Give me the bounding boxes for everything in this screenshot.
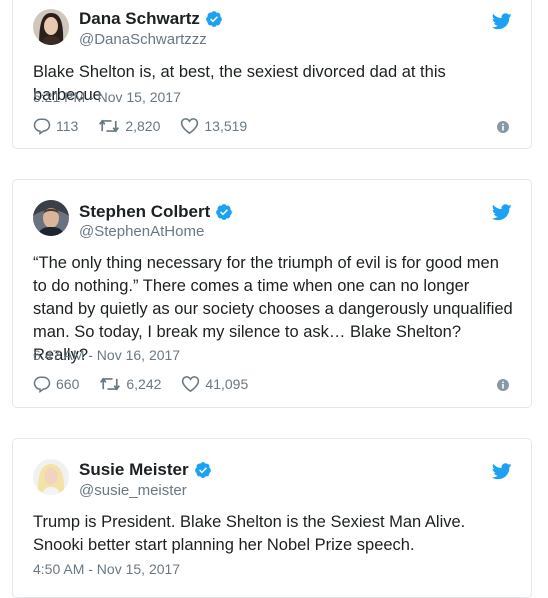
heart-icon bbox=[182, 376, 200, 393]
author-name[interactable]: Stephen Colbert bbox=[79, 202, 210, 222]
author-handle[interactable]: @DanaSchwartzzz bbox=[79, 31, 207, 48]
reply-button[interactable]: 660 bbox=[33, 375, 79, 393]
like-button[interactable]: 41,095 bbox=[181, 375, 248, 393]
verified-badge-icon bbox=[194, 462, 211, 478]
reply-icon bbox=[33, 118, 51, 135]
avatar[interactable] bbox=[33, 459, 69, 495]
tweet-timestamp[interactable]: 4:50 AM - Nov 15, 2017 bbox=[33, 561, 180, 577]
info-icon[interactable] bbox=[497, 121, 509, 133]
avatar[interactable] bbox=[33, 9, 69, 45]
tweet-timestamp[interactable]: 5:21 PM - Nov 15, 2017 bbox=[33, 89, 181, 105]
twitter-bird-icon[interactable] bbox=[492, 13, 512, 30]
info-icon[interactable] bbox=[497, 379, 509, 391]
author-name[interactable]: Dana Schwartz bbox=[79, 9, 200, 29]
like-count: 41,095 bbox=[205, 376, 249, 392]
twitter-bird-icon[interactable] bbox=[492, 463, 512, 480]
tweet-card[interactable]: Dana Schwartz @DanaSchwartzzz Blake Shel… bbox=[12, 0, 532, 149]
retweet-count: 2,820 bbox=[125, 118, 161, 134]
reply-count: 113 bbox=[56, 118, 79, 134]
tweet-timestamp[interactable]: 6:47 AM - Nov 16, 2017 bbox=[33, 347, 180, 363]
like-count: 13,519 bbox=[204, 118, 248, 134]
author-name-row[interactable]: Susie Meister bbox=[79, 460, 212, 480]
reply-icon bbox=[33, 376, 51, 393]
author-name[interactable]: Susie Meister bbox=[79, 460, 189, 480]
tweet-actions: 660 6,242 41,095 bbox=[33, 375, 268, 393]
retweet-icon bbox=[99, 119, 120, 133]
like-button[interactable]: 13,519 bbox=[180, 117, 247, 135]
reply-count: 660 bbox=[56, 376, 80, 392]
retweet-icon bbox=[100, 377, 121, 391]
tweet-card[interactable]: Susie Meister @susie_meister Trump is Pr… bbox=[12, 438, 532, 598]
retweet-button[interactable]: 2,820 bbox=[98, 117, 160, 135]
retweet-count: 6,242 bbox=[126, 376, 162, 392]
tweet-card[interactable]: Stephen Colbert @StephenAtHome “The only… bbox=[12, 179, 532, 408]
reply-button[interactable]: 113 bbox=[33, 117, 78, 135]
retweet-button[interactable]: 6,242 bbox=[99, 375, 161, 393]
author-name-row[interactable]: Stephen Colbert bbox=[79, 202, 233, 222]
heart-icon bbox=[181, 118, 199, 135]
tweet-actions: 113 2,820 13,519 bbox=[33, 117, 267, 135]
verified-badge-icon bbox=[216, 204, 233, 220]
twitter-bird-icon[interactable] bbox=[492, 204, 512, 221]
verified-badge-icon bbox=[206, 11, 222, 27]
author-name-row[interactable]: Dana Schwartz bbox=[79, 9, 223, 29]
avatar[interactable] bbox=[33, 200, 69, 236]
tweet-text: Trump is President. Blake Shelton is the… bbox=[33, 513, 466, 554]
author-handle[interactable]: @susie_meister bbox=[79, 482, 187, 499]
author-handle[interactable]: @StephenAtHome bbox=[79, 223, 204, 240]
